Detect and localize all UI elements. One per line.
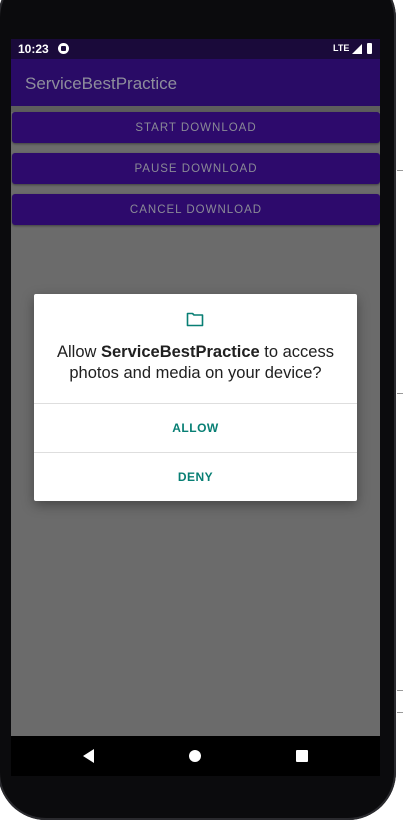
status-bar: 10:23 LTE xyxy=(11,39,380,59)
background-divider xyxy=(397,712,403,713)
home-icon[interactable] xyxy=(189,750,201,762)
background-divider xyxy=(397,393,403,394)
device-screen: 10:23 LTE ServiceBestPractice START DOWN… xyxy=(11,39,380,736)
message-prefix: Allow xyxy=(56,343,101,361)
navigation-bar xyxy=(11,736,380,776)
permission-dialog: Allow ServiceBestPractice to access phot… xyxy=(34,294,357,501)
pause-download-button[interactable]: PAUSE DOWNLOAD xyxy=(12,153,380,184)
allow-button[interactable]: ALLOW xyxy=(34,404,357,452)
background-divider xyxy=(397,170,403,171)
background-divider xyxy=(397,690,403,691)
recents-icon[interactable] xyxy=(296,750,308,762)
cancel-download-button[interactable]: CANCEL DOWNLOAD xyxy=(12,194,380,225)
app-bar: ServiceBestPractice xyxy=(11,59,380,106)
app-title: ServiceBestPractice xyxy=(25,74,178,93)
battery-icon xyxy=(367,43,372,54)
status-time: 10:23 xyxy=(18,42,49,56)
back-icon[interactable] xyxy=(83,749,94,763)
deny-button[interactable]: DENY xyxy=(34,453,357,501)
folder-icon xyxy=(186,312,204,327)
signal-icon xyxy=(352,44,362,54)
start-download-button[interactable]: START DOWNLOAD xyxy=(12,112,380,143)
requesting-app-name: ServiceBestPractice xyxy=(101,343,260,361)
network-type: LTE xyxy=(333,43,350,53)
notification-icon xyxy=(58,43,69,54)
emulator-stage: 10:23 LTE ServiceBestPractice START DOWN… xyxy=(0,0,403,822)
permission-message: Allow ServiceBestPractice to access phot… xyxy=(44,342,347,384)
